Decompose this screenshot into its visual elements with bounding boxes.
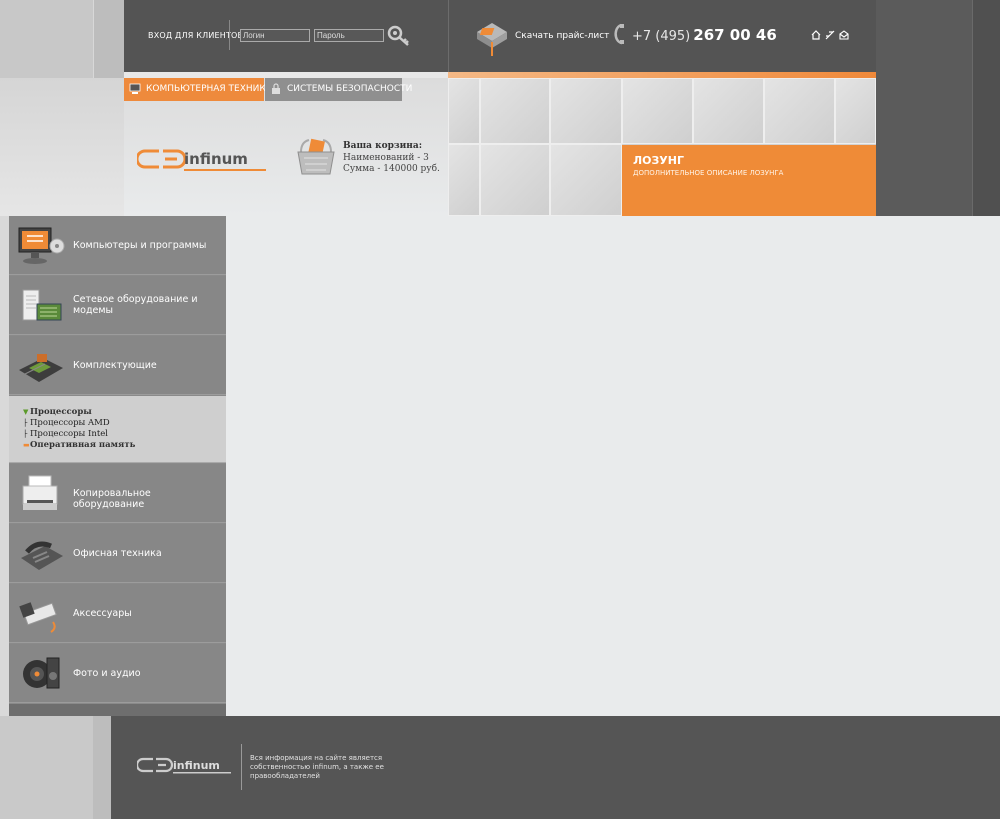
sidebar-bottom [9,704,226,716]
submenu-item-intel[interactable]: ├ Процессоры Intel [23,429,108,439]
basket-sum: Сумма - 140000 руб. [343,164,440,174]
divider [448,0,449,72]
submenu-group-processors[interactable]: ▼ Процессоры [23,407,92,417]
price-list-icon[interactable] [474,18,510,58]
menu-item-office[interactable]: Офисная техника [9,524,226,583]
tab-label: КОМПЬЮТЕРНАЯ ТЕХНИКА [146,84,272,94]
header-right-panel [876,0,1000,216]
header-left-strip [0,0,94,78]
phone-icon [614,23,624,45]
menu-item-label: Фото и аудио [73,668,141,679]
divider [229,20,230,50]
tab-computers[interactable]: КОМПЬЮТЕРНАЯ ТЕХНИКА [124,78,272,101]
submenu-components: ▼ Процессоры ├ Процессоры AMD ├ Процессоры … [9,396,226,463]
svg-text:infinum: infinum [184,150,248,168]
banner-left [0,78,124,216]
network-icon [22,289,62,321]
menu-item-label: Копировальное оборудование [73,488,151,510]
basket-title: Ваша корзина: [343,141,423,151]
sidebar-edge [0,216,9,716]
menu-item-computers[interactable]: Компьютеры и программы [9,216,226,275]
price-list-link[interactable]: Скачать прайс-лист [515,31,609,41]
footer-logo[interactable]: infinum [137,755,232,777]
footer [111,716,1000,819]
tab-label: СИСТЕМЫ БЕЗОПАСНОСТИ [287,84,413,94]
phone-icon [21,541,63,570]
printer-icon [22,475,58,510]
svg-text:infinum: infinum [173,759,220,772]
lock-icon [272,83,280,94]
key-icon[interactable] [387,25,411,47]
menu-item-photo-audio[interactable]: Фото и аудио [9,644,226,703]
header-icons [811,30,849,40]
footer-left [0,716,111,819]
submenu-group-memory[interactable]: ▬Оперативная память [23,440,135,450]
phone-number: +7 (495) 267 00 46 [632,26,777,44]
submenu-item-amd[interactable]: ├ Процессоры AMD [23,418,110,428]
motherboard-icon [19,354,63,382]
basket-icon[interactable] [295,136,337,178]
mail-icon[interactable] [839,30,849,40]
menu-item-network[interactable]: Сетевое оборудование и модемы [9,276,226,335]
infinum-logo[interactable]: infinum [137,145,267,175]
menu-item-label: Компьютеры и программы [73,240,207,251]
sitemap-icon[interactable] [825,30,835,40]
monitor-icon [18,227,65,264]
divider [241,744,242,790]
menu-item-label: Комплектующие [73,360,157,371]
slogan-block: ЛОЗУНГ ДОПОЛНИТЕЛЬНОЕ ОПИСАНИЕ ЛОЗУНГА [622,145,876,216]
audio-icon [23,657,60,689]
basket-items: Наименований - 3 [343,153,429,163]
accessory-icon [19,602,57,633]
menu-item-accessories[interactable]: Аксессуары [9,584,226,643]
tab-security[interactable]: СИСТЕМЫ БЕЗОПАСНОСТИ [265,78,412,101]
slogan-subtitle: ДОПОЛНИТЕЛЬНОЕ ОПИСАНИЕ ЛОЗУНГА [633,169,784,177]
menu-item-label: Аксессуары [73,608,132,619]
menu-item-label: Сетевое оборудование и модемы [73,294,198,316]
menu-item-label: Офисная техника [73,548,162,559]
computer-icon [129,83,141,94]
menu-item-components[interactable]: Комплектующие [9,336,226,395]
password-input[interactable] [314,29,384,42]
menu-item-copiers[interactable]: Копировальное оборудование [9,464,226,523]
login-input[interactable] [240,29,310,42]
footer-copyright: Вся информация на сайте является собстве… [250,754,384,780]
home-icon[interactable] [811,30,821,40]
slogan-title: ЛОЗУНГ [633,154,684,167]
